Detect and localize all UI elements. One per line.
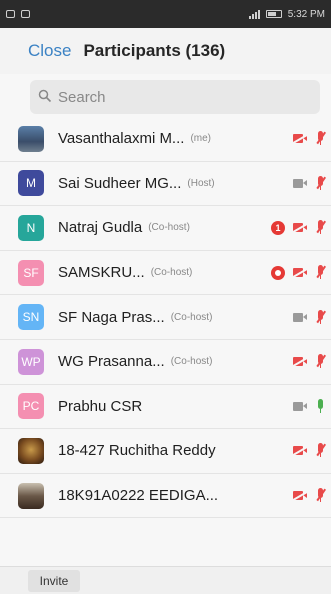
page-title: Participants (136)	[83, 41, 226, 60]
mic-muted-icon[interactable]	[315, 265, 325, 280]
mic-muted-icon[interactable]	[315, 354, 325, 369]
close-button[interactable]: Close	[28, 41, 71, 61]
video-off-icon[interactable]	[293, 223, 307, 233]
search-icon	[38, 89, 54, 105]
avatar	[18, 482, 44, 509]
mic-muted-icon[interactable]	[315, 131, 325, 146]
video-off-icon[interactable]	[293, 446, 307, 456]
status-bar: 5:32 PM	[0, 0, 331, 28]
video-icon[interactable]	[293, 312, 307, 322]
avatar: SF	[18, 259, 44, 286]
status-time: 5:32 PM	[287, 8, 325, 20]
search-input[interactable]: Search	[30, 80, 320, 114]
avatar: N	[18, 214, 44, 241]
invite-button[interactable]: Invite	[28, 570, 80, 592]
mic-muted-icon[interactable]	[315, 488, 325, 503]
video-off-icon[interactable]	[293, 134, 307, 144]
app-icon	[21, 10, 30, 18]
participant-role: (Host)	[187, 177, 215, 189]
video-off-icon[interactable]	[293, 357, 307, 367]
avatar: WP	[18, 348, 44, 375]
avatar: M	[18, 170, 44, 197]
participant-row[interactable]: 18K91A0222 EEDIGA...	[0, 473, 331, 519]
participant-row[interactable]: WP WG Prasanna... (Co-host)	[0, 339, 331, 385]
participant-name: WG Prasanna...	[58, 353, 165, 371]
avatar: PC	[18, 393, 44, 420]
video-icon[interactable]	[293, 178, 307, 188]
participant-row[interactable]: SN SF Naga Pras... (Co-host)	[0, 295, 331, 340]
mic-muted-icon[interactable]	[315, 309, 325, 325]
participant-row[interactable]: N Natraj Gudla (Co-host) 1	[0, 206, 331, 251]
participant-list: Vasanthalaxmi M... (me) M Sai Sudheer MG...…	[0, 117, 331, 519]
participant-name: SF Naga Pras...	[58, 308, 165, 326]
unread-badge: 1	[271, 220, 285, 235]
participant-name: Natraj Gudla	[58, 219, 143, 237]
participant-row[interactable]: M Sai Sudheer MG... (Host)	[0, 161, 331, 207]
mic-muted-icon[interactable]	[315, 220, 325, 235]
header: Close Participants (136)	[0, 28, 331, 74]
avatar	[18, 125, 44, 152]
participant-name: Vasanthalaxmi M...	[58, 130, 185, 148]
battery-icon	[265, 10, 282, 18]
notification-icon	[6, 10, 15, 18]
avatar: SN	[18, 304, 44, 331]
record-icon	[271, 265, 285, 280]
participant-row[interactable]: SF SAMSKRU... (Co-host)	[0, 250, 331, 296]
participant-name: Prabhu CSR	[58, 397, 143, 415]
footer: Invite	[0, 566, 331, 594]
avatar	[18, 437, 44, 464]
participant-role: (Co-host)	[170, 356, 213, 368]
participant-name: SAMSKRU...	[58, 264, 145, 282]
video-off-icon[interactable]	[293, 268, 307, 278]
participant-role: (Co-host)	[148, 222, 190, 234]
participant-row[interactable]: 18-427 Ruchitha Reddy	[0, 429, 331, 474]
video-off-icon[interactable]	[293, 491, 307, 501]
participant-row[interactable]: PC Prabhu CSR	[0, 384, 331, 430]
participant-role: (Co-host)	[170, 311, 213, 323]
video-icon[interactable]	[293, 401, 307, 411]
search-placeholder: Search	[58, 88, 106, 106]
mic-muted-icon[interactable]	[315, 443, 325, 458]
participant-name: Sai Sudheer MG...	[58, 174, 182, 192]
mic-icon[interactable]	[315, 398, 325, 414]
participant-role: (me)	[190, 133, 212, 145]
participant-name: 18-427 Ruchitha Reddy	[58, 442, 216, 460]
participant-role: (Co-host)	[150, 267, 193, 279]
mic-muted-icon[interactable]	[315, 175, 325, 191]
participant-name: 18K91A0222 EEDIGA...	[58, 487, 219, 505]
signal-icon	[248, 9, 260, 19]
participant-row[interactable]: Vasanthalaxmi M... (me)	[0, 117, 331, 162]
